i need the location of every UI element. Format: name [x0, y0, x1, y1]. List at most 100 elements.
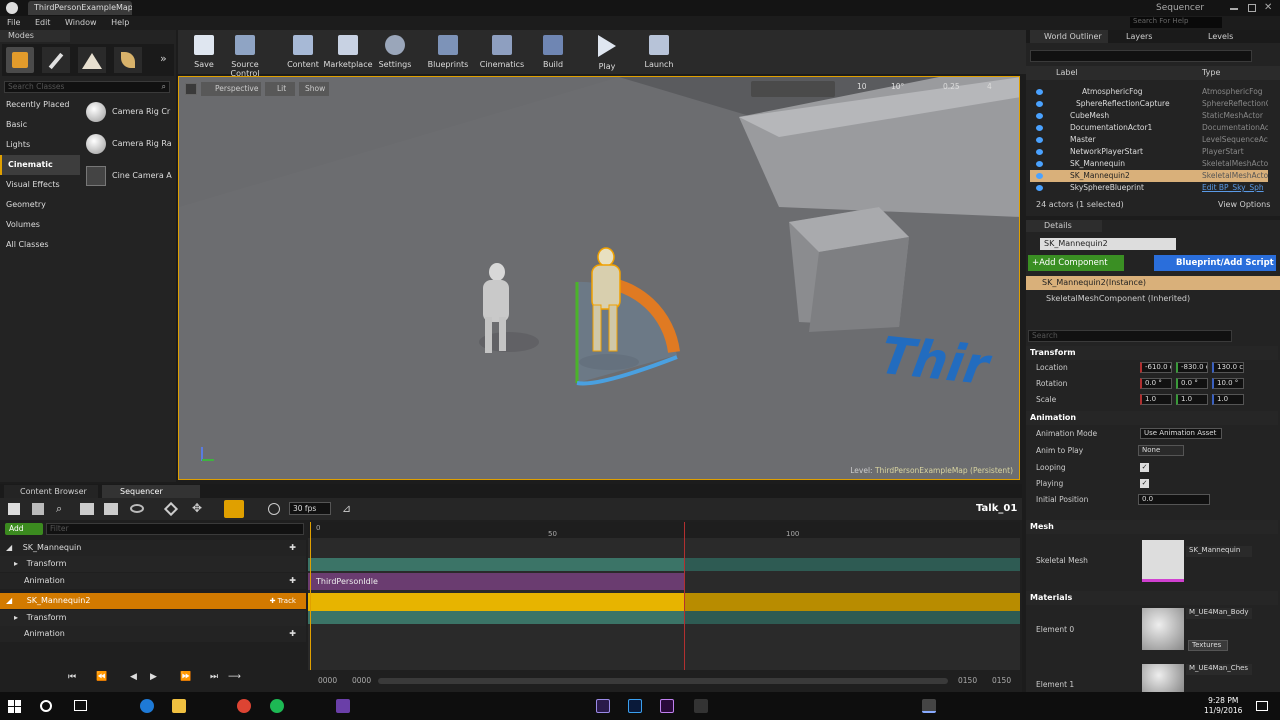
- lit-button[interactable]: Lit: [265, 82, 295, 96]
- mesh-header[interactable]: Mesh: [1026, 520, 1278, 534]
- launch-button[interactable]: Launch: [634, 32, 684, 70]
- track-row[interactable]: ▸ Transform: [0, 610, 306, 626]
- show-button[interactable]: Show: [299, 82, 329, 96]
- filter-field[interactable]: Filter: [46, 523, 304, 535]
- menu-help[interactable]: Help: [111, 16, 129, 30]
- unreal-editor-icon[interactable]: [922, 699, 936, 713]
- outliner-row[interactable]: AtmosphericFog AtmosphericFog: [1030, 86, 1268, 98]
- timeline-area[interactable]: 0 50 100 ThirdPersonIdle: [308, 522, 1020, 670]
- marketplace-button[interactable]: Marketplace: [322, 32, 374, 70]
- tab-sequencer[interactable]: Sequencer: [102, 485, 200, 498]
- range-start-b[interactable]: 0000: [352, 676, 371, 685]
- find-icon[interactable]: ⌕: [56, 502, 62, 516]
- section-bar[interactable]: [308, 611, 684, 624]
- windows-start-icon[interactable]: [8, 700, 21, 713]
- class-item[interactable]: Camera Rig Ra: [84, 132, 174, 156]
- paint-mode-icon[interactable]: [42, 47, 70, 73]
- outliner-search[interactable]: [1030, 50, 1252, 62]
- source-control-button[interactable]: Source Control: [216, 32, 274, 78]
- section-bar[interactable]: [684, 611, 1020, 624]
- photoshop-icon[interactable]: [628, 699, 642, 713]
- snap-icon[interactable]: ⊿: [342, 502, 351, 515]
- add-icon[interactable]: ✚: [289, 573, 296, 589]
- search-icon[interactable]: [40, 700, 52, 712]
- details-search[interactable]: Search: [1028, 330, 1232, 342]
- explorer-icon[interactable]: [172, 699, 186, 713]
- tab-layers[interactable]: Layers: [1112, 30, 1152, 43]
- viewport[interactable]: Perspective Lit Show 10° 10 0.25 4 Thir …: [178, 76, 1020, 480]
- eye-icon[interactable]: [1036, 113, 1043, 119]
- class-item[interactable]: Camera Rig Cr: [84, 100, 174, 124]
- location-z[interactable]: 130.0 cm: [1212, 362, 1244, 373]
- materials-header[interactable]: Materials: [1026, 591, 1278, 605]
- save-as-icon[interactable]: [32, 503, 44, 515]
- end-marker[interactable]: [684, 522, 685, 670]
- outliner-row[interactable]: CubeMesh StaticMeshActor: [1030, 110, 1268, 122]
- more-modes-icon[interactable]: »: [160, 52, 167, 65]
- playback-clock-icon[interactable]: [268, 503, 280, 515]
- initial-position-field[interactable]: 0.0: [1138, 494, 1210, 505]
- outliner-row[interactable]: DocumentationActor1 DocumentationAc: [1030, 122, 1268, 134]
- section-bar[interactable]: [308, 558, 684, 571]
- after-effects-icon[interactable]: [596, 699, 610, 713]
- perspective-button[interactable]: Perspective: [201, 82, 261, 96]
- tab-world-outliner[interactable]: World Outliner: [1030, 30, 1108, 43]
- add-component-button[interactable]: +Add Component: [1028, 255, 1124, 271]
- column-type[interactable]: Type: [1202, 68, 1220, 77]
- add-track-button[interactable]: Add: [5, 523, 43, 535]
- material1-thumbnail[interactable]: [1142, 664, 1184, 692]
- skeletal-mesh-select[interactable]: SK_Mannequin: [1186, 546, 1252, 557]
- settings-button[interactable]: Settings: [370, 32, 420, 70]
- view-options-button[interactable]: View Options: [1218, 200, 1270, 209]
- eye-icon[interactable]: [1036, 161, 1043, 167]
- save-sequence-icon[interactable]: [8, 503, 20, 515]
- track-row[interactable]: Animation ✚: [0, 573, 306, 589]
- close-button[interactable]: ✕: [1264, 2, 1272, 13]
- playing-checkbox[interactable]: ✓: [1140, 479, 1149, 488]
- animation-mode-select[interactable]: Use Animation Asset: [1140, 428, 1222, 439]
- material0-thumbnail[interactable]: [1142, 608, 1184, 650]
- landscape-mode-icon[interactable]: [78, 47, 106, 73]
- notifications-icon[interactable]: [1256, 701, 1268, 711]
- category-basic[interactable]: Basic: [0, 115, 80, 135]
- outliner-row[interactable]: SK_Mannequin SkeletalMeshActo: [1030, 158, 1268, 170]
- tab-levels[interactable]: Levels: [1194, 30, 1233, 43]
- eye-icon[interactable]: [1036, 149, 1043, 155]
- camera-speed[interactable]: 4: [987, 82, 992, 91]
- add-track-button[interactable]: ✚ Track: [270, 593, 296, 609]
- category-all-classes[interactable]: All Classes: [0, 235, 80, 255]
- track-row-selected[interactable]: ◢ SK_Mannequin2 ✚ Track: [0, 593, 306, 609]
- content-button[interactable]: Content: [278, 32, 328, 70]
- eye-icon[interactable]: [1036, 173, 1043, 179]
- viewport-options-button[interactable]: [185, 83, 197, 95]
- selected-section[interactable]: [308, 593, 684, 611]
- category-volumes[interactable]: Volumes: [0, 215, 80, 235]
- jump-start-icon[interactable]: ⏮: [68, 672, 76, 682]
- camera-icon[interactable]: [104, 503, 118, 515]
- menu-window[interactable]: Window: [65, 16, 97, 30]
- rotation-z[interactable]: 10.0 °: [1212, 378, 1244, 389]
- maximize-button[interactable]: [1248, 4, 1256, 12]
- transform-tools[interactable]: [751, 81, 835, 97]
- edge-icon[interactable]: [140, 699, 154, 713]
- eye-icon[interactable]: [1036, 137, 1043, 143]
- play-button[interactable]: Play: [582, 32, 632, 71]
- minimize-button[interactable]: [1230, 8, 1238, 10]
- outliner-row[interactable]: SkySphereBlueprint Edit BP_Sky_Sph: [1030, 182, 1268, 194]
- reverse-play-icon[interactable]: ◀: [130, 672, 137, 682]
- eye-icon[interactable]: [1036, 185, 1043, 191]
- add-icon[interactable]: ✚: [289, 626, 296, 642]
- playhead[interactable]: [310, 522, 311, 670]
- component-inherited[interactable]: SkeletalMeshComponent (Inherited): [1046, 294, 1190, 303]
- track-row[interactable]: ◢ SK_Mannequin ✚: [0, 540, 306, 556]
- snap-angle[interactable]: 10°: [891, 82, 904, 91]
- component-instance[interactable]: SK_Mannequin2(Instance): [1026, 276, 1280, 290]
- document-tab[interactable]: ThirdPersonExampleMap*: [28, 1, 132, 15]
- add-icon[interactable]: ✚: [289, 540, 296, 556]
- category-geometry[interactable]: Geometry: [0, 195, 80, 215]
- scale-y[interactable]: 1.0: [1176, 394, 1208, 405]
- snap-scale[interactable]: 0.25: [943, 82, 960, 91]
- animation-section[interactable]: ThirdPersonIdle: [308, 573, 684, 590]
- range-end-b[interactable]: 0150: [992, 676, 1011, 685]
- selected-section[interactable]: [684, 593, 1020, 611]
